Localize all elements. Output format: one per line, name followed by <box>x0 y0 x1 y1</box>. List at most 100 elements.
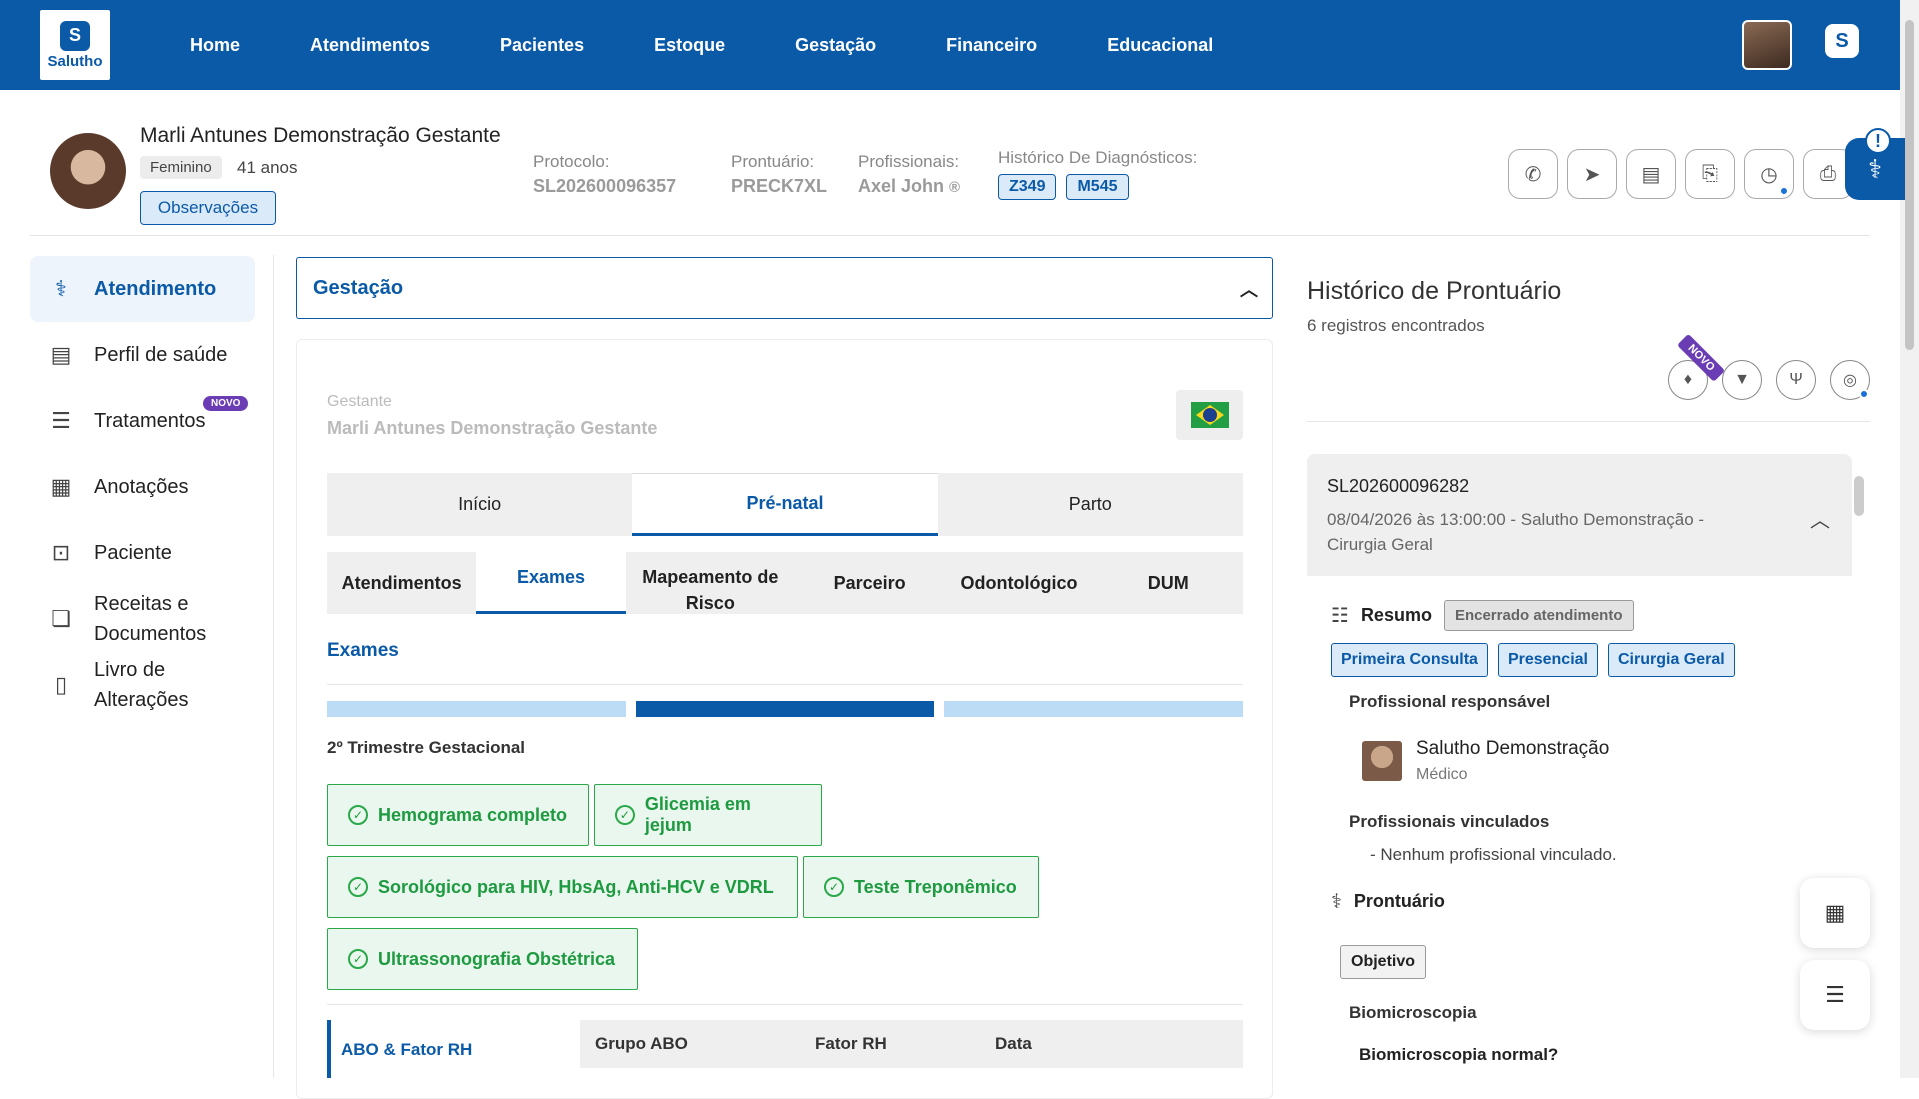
tab-pre-natal[interactable]: Pré-natal <box>632 473 938 536</box>
subtab-mapeamento-de-risco[interactable]: Mapeamento de Risco <box>626 552 795 614</box>
nav-pacientes[interactable]: Pacientes <box>500 35 584 56</box>
protocol-label: Protocolo: <box>533 152 610 171</box>
filter-icon[interactable]: ▼ <box>1722 360 1762 400</box>
clipboard-list-icon: ☷ <box>1331 605 1349 627</box>
column-header: Data <box>995 1034 1032 1053</box>
stethoscope-action-button[interactable]: ⚕ ! <box>1845 128 1905 200</box>
record-code: SL202600096282 <box>1327 476 1470 496</box>
exam-chip[interactable]: ✓ Glicemia em jejum <box>594 784 822 846</box>
notes-icon: ▦ <box>50 474 72 499</box>
diagnosis-code[interactable]: M545 <box>1066 174 1129 200</box>
progress-step-3[interactable] <box>944 701 1244 717</box>
subtab-parceiro[interactable]: Parceiro <box>795 552 944 614</box>
exams-title: Exames <box>327 640 399 661</box>
divider <box>1307 421 1870 422</box>
qr-code-icon[interactable]: ▦ <box>1800 878 1870 948</box>
gestacao-accordion[interactable]: Gestação ︿ <box>296 257 1273 319</box>
chevron-up-icon[interactable]: ︿ <box>1810 504 1830 533</box>
subtab-exames[interactable]: Exames <box>476 552 626 614</box>
check-circle-icon: ✓ <box>348 949 368 969</box>
alert-icon: ! <box>1865 128 1891 154</box>
patient-gender-badge: Feminino <box>140 156 222 179</box>
nav-home[interactable]: Home <box>190 35 240 56</box>
scrollbar-thumb[interactable] <box>1905 20 1914 350</box>
history-count: 6 registros encontrados <box>1307 316 1485 335</box>
notification-dot <box>1859 389 1869 399</box>
sidebar-item-atendimento[interactable]: ⚕ Atendimento <box>30 256 255 322</box>
subtab-atendimentos[interactable]: Atendimentos <box>327 552 476 614</box>
patient-age: 41 anos <box>237 158 298 177</box>
stethoscope-icon: ⚕ <box>1331 891 1342 913</box>
sidebar-item-perfil-de-saude[interactable]: ▤ Perfil de saúde <box>30 322 255 388</box>
health-profile-icon: ▤ <box>50 342 72 367</box>
patient-name: Marli Antunes Demonstração Gestante <box>140 124 501 147</box>
sidebar-item-receitas[interactable]: ❏ Receitas e Documentos <box>30 586 255 652</box>
record-value: PRECK7XL <box>731 176 828 196</box>
exam-chip[interactable]: ✓ Sorológico para HIV, HbsAg, Anti-HCV e … <box>327 856 798 918</box>
nav-estoque[interactable]: Estoque <box>654 35 725 56</box>
exam-chip[interactable]: ✓ Teste Treponêmico <box>803 856 1039 918</box>
prontuario-label: Prontuário <box>1353 891 1445 911</box>
exam-label: Teste Treponêmico <box>854 876 1017 897</box>
scrollbar-thumb[interactable] <box>1854 476 1864 516</box>
camera-icon[interactable]: ◎ <box>1830 360 1870 400</box>
brazil-flag-icon[interactable] <box>1176 390 1243 440</box>
gestante-value: Marli Antunes Demonstração Gestante <box>327 418 658 438</box>
chevron-up-icon[interactable]: ︿ <box>1240 276 1258 302</box>
chat-icon[interactable]: ☰ <box>1800 960 1870 1030</box>
sidebar-item-anotacoes[interactable]: ▦ Anotações <box>30 454 255 520</box>
patient-photo <box>50 133 126 209</box>
salutho-logo[interactable]: S Salutho <box>40 10 110 80</box>
user-avatar[interactable] <box>1742 20 1792 70</box>
nav-atendimentos[interactable]: Atendimentos <box>310 35 430 56</box>
exam-label: Ultrassonografia Obstétrica <box>378 948 616 969</box>
progress-step-1[interactable] <box>327 701 626 717</box>
status-badge: Encerrado atendimento <box>1443 600 1634 631</box>
check-circle-icon: ✓ <box>348 805 368 825</box>
prenatal-subtabs: Atendimentos Exames Mapeamento de Risco … <box>327 552 1243 614</box>
sidebar-item-label: Livro de Alterações <box>94 659 189 711</box>
logo-mark-icon: S <box>60 20 90 51</box>
sidebar-item-livro[interactable]: ▯ Livro de Alterações <box>30 652 255 718</box>
nav-financeiro[interactable]: Financeiro <box>946 35 1037 56</box>
progress-step-2[interactable] <box>635 701 935 717</box>
phone-icon[interactable]: ✆ <box>1508 149 1558 199</box>
exam-chip[interactable]: ✓ Hemograma completo <box>327 784 589 846</box>
observations-button[interactable]: Observações <box>140 191 276 225</box>
professionals-info: Profissionais: Axel John ® <box>858 152 960 197</box>
professionals-value[interactable]: Axel John <box>858 176 944 196</box>
history-icon[interactable]: ◷ <box>1744 149 1794 199</box>
main-nav: Home Atendimentos Pacientes Estoque Gest… <box>190 0 1283 90</box>
professional-role: Médico <box>1416 766 1468 783</box>
diagnosis-code[interactable]: Z349 <box>998 174 1057 200</box>
exam-label: Sorológico para HIV, HbsAg, Anti-HCV e V… <box>378 876 774 897</box>
protocol-info: Protocolo: SL202600096357 <box>533 152 676 197</box>
exam-label: Glicemia em jejum <box>644 794 751 835</box>
subtab-dum[interactable]: DUM <box>1094 552 1243 614</box>
sidebar-item-paciente[interactable]: ⊡ Paciente <box>30 520 255 586</box>
app-switch-icon[interactable]: S <box>1825 24 1859 58</box>
registered-icon: ® <box>949 179 961 196</box>
diagnoses-history: Histórico De Diagnósticos: Z349 M545 <box>998 148 1197 200</box>
clipboard-icon[interactable]: ⎘ <box>1685 149 1735 199</box>
nav-educacional[interactable]: Educacional <box>1107 35 1213 56</box>
protocol-value: SL202600096357 <box>533 176 677 196</box>
branch-filter-icon[interactable]: Ψ <box>1776 360 1816 400</box>
stethoscope-icon: ⚕ <box>55 276 67 301</box>
document-icon[interactable]: ▤ <box>1626 149 1676 199</box>
history-title: Histórico de Prontuário <box>1307 277 1562 305</box>
subtab-odontologico[interactable]: Odontológico <box>944 552 1093 614</box>
record-card-header[interactable]: SL202600096282 08/04/2026 às 13:00:00 - … <box>1307 454 1852 576</box>
tab-inicio[interactable]: Início <box>327 473 632 536</box>
trimester-progress <box>327 701 1244 717</box>
header-divider <box>30 235 1870 236</box>
nav-gestacao[interactable]: Gestação <box>795 35 876 56</box>
sidebar-divider <box>273 255 274 1078</box>
linked-none: - Nenhum profissional vinculado. <box>1370 845 1617 864</box>
tab-parto[interactable]: Parto <box>938 473 1243 536</box>
send-icon[interactable]: ➤ <box>1567 149 1617 199</box>
exam-chip[interactable]: ✓ Ultrassonografia Obstétrica <box>327 928 638 990</box>
abo-table-header: Grupo ABO Fator RH Data <box>580 1020 1243 1068</box>
sidebar: ⚕ Atendimento ▤ Perfil de saúde ☰ Tratam… <box>30 256 255 718</box>
record-info: Prontuário: PRECK7XL <box>731 152 827 197</box>
